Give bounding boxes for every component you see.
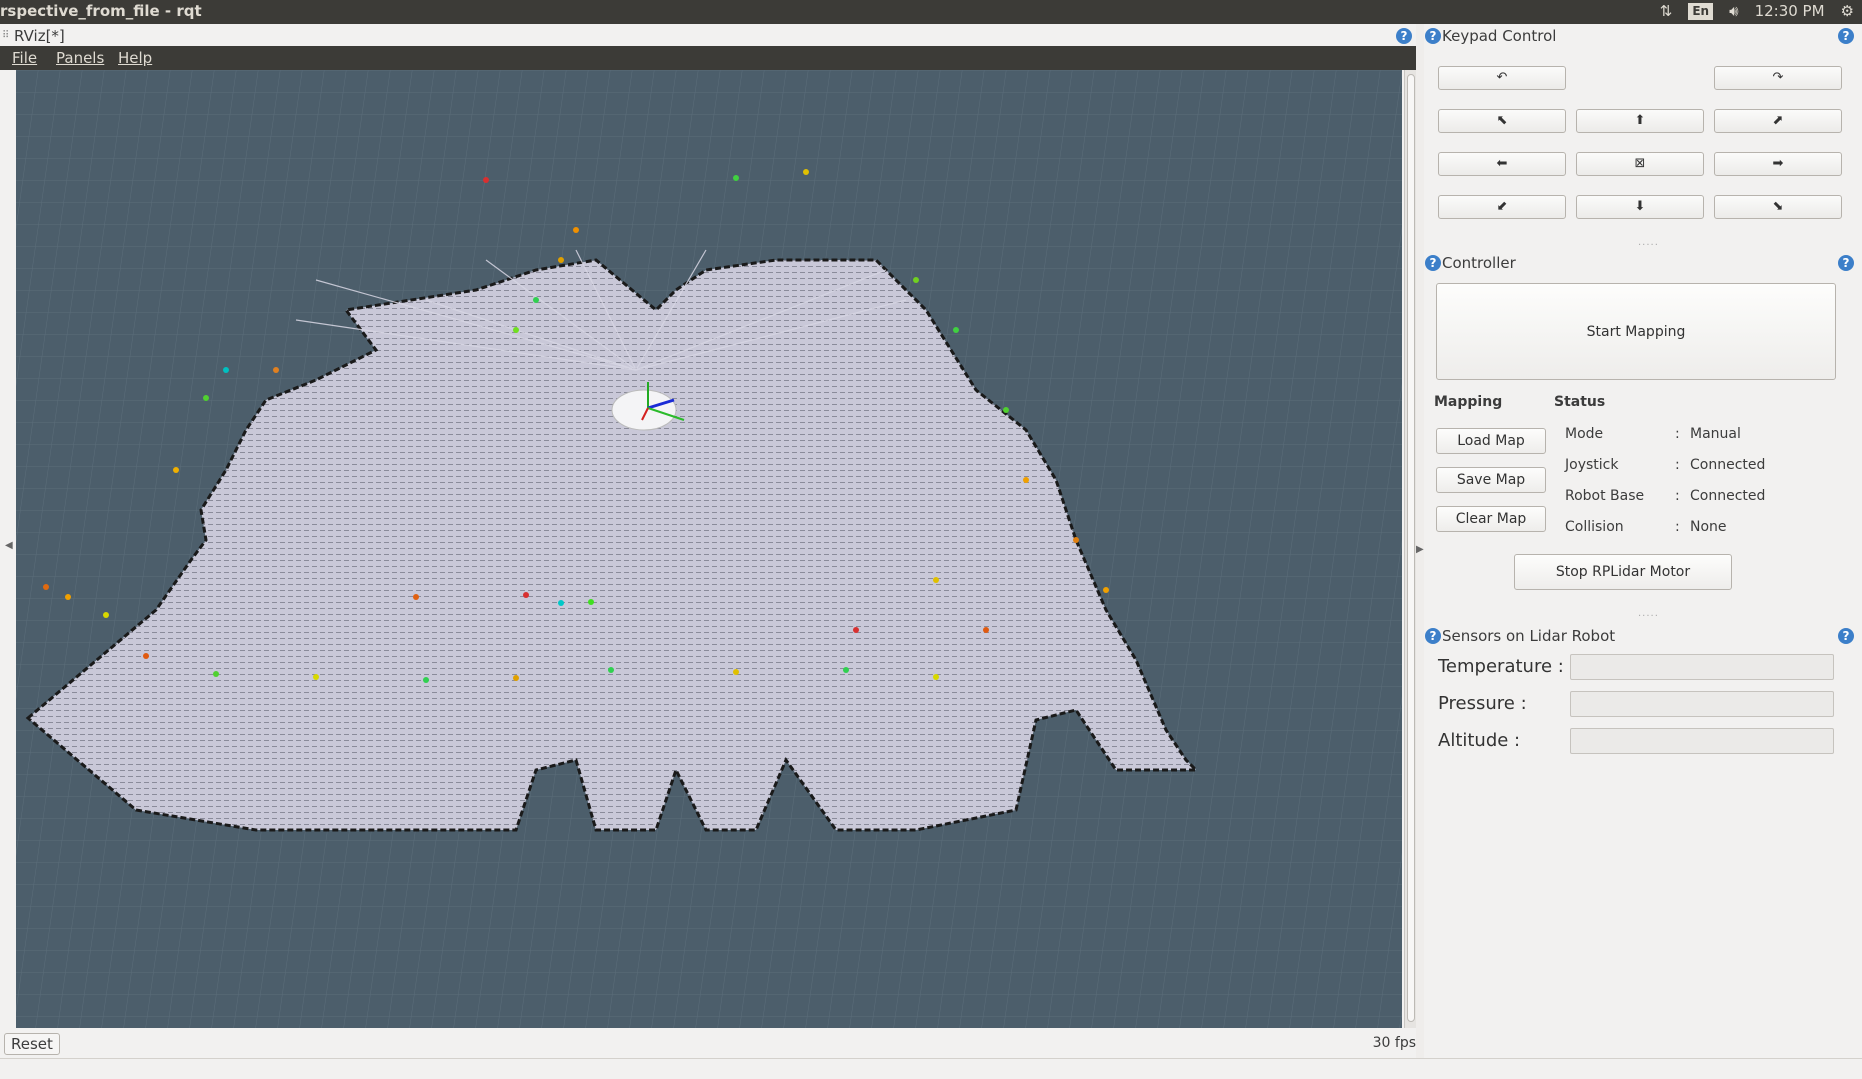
help-icon[interactable]: ? — [1425, 255, 1441, 271]
temperature-label: Temperature : — [1438, 656, 1564, 677]
temperature-field[interactable] — [1570, 654, 1834, 680]
altitude-label: Altitude : — [1438, 730, 1521, 751]
status-sep: : — [1675, 426, 1680, 442]
status-value-joystick: Connected — [1690, 457, 1766, 473]
rotate-right-button[interactable]: ↷ — [1714, 66, 1842, 90]
clock[interactable]: 12:30 PM — [1755, 2, 1825, 20]
status-value-collision: None — [1690, 519, 1727, 535]
move-forward-button[interactable]: ⬆ — [1576, 109, 1704, 133]
help-icon[interactable]: ? — [1396, 28, 1412, 44]
save-map-button[interactable]: Save Map — [1436, 467, 1546, 493]
sensors-panel-title: Sensors on Lidar Robot — [1442, 627, 1616, 645]
collapse-left-arrow-icon[interactable]: ◀ — [5, 540, 13, 551]
controller-panel-header: ? Controller ? — [1424, 251, 1862, 273]
system-tray: ⇅ En 🔊︎ 12:30 PM ⚙ — [1660, 2, 1854, 20]
help-icon[interactable]: ? — [1425, 28, 1441, 44]
move-down-left-button[interactable]: ⬋ — [1438, 195, 1566, 219]
stop-button[interactable]: ⊠ — [1576, 152, 1704, 176]
rviz-menu-bar: File Panels Help — [0, 46, 1416, 70]
status-value-mode: Manual — [1690, 426, 1741, 442]
fps-readout: 30 fps — [1372, 1035, 1416, 1051]
system-top-bar: rspective_from_file - rqt ⇅ En 🔊︎ 12:30 … — [0, 0, 1862, 24]
rotate-left-button[interactable]: ↶ — [1438, 66, 1566, 90]
network-updown-arrows-icon[interactable]: ⇅ — [1660, 2, 1673, 20]
status-key-collision: Collision — [1565, 519, 1624, 535]
altitude-field[interactable] — [1570, 728, 1834, 754]
panel-splitter[interactable]: ▶ — [1416, 24, 1424, 1058]
panel-resize-grip[interactable]: ····· — [1638, 611, 1659, 622]
rviz-panel-header: ⠿ RViz[*] ? — [0, 24, 1416, 46]
sensors-panel-header: ? Sensors on Lidar Robot ? — [1424, 624, 1862, 646]
move-right-button[interactable]: ➡ — [1714, 152, 1842, 176]
move-up-left-button[interactable]: ⬉ — [1438, 109, 1566, 133]
status-label: Status — [1554, 394, 1606, 410]
stop-rplidar-motor-button[interactable]: Stop RPLidar Motor — [1514, 554, 1732, 590]
left-dock-strip: ◀ — [0, 70, 16, 1028]
move-left-button[interactable]: ⬅ — [1438, 152, 1566, 176]
map-render — [16, 70, 1402, 1028]
status-key-robot-base: Robot Base — [1565, 488, 1645, 504]
controller-panel-title: Controller — [1442, 254, 1516, 272]
menu-file[interactable]: File — [12, 49, 37, 67]
window-status-bar — [0, 1058, 1862, 1079]
scrollbar-thumb[interactable] — [1407, 74, 1415, 1022]
move-down-right-button[interactable]: ⬊ — [1714, 195, 1842, 219]
rviz-status-bar: Reset 30 fps — [0, 1028, 1416, 1058]
menu-help[interactable]: Help — [118, 49, 152, 67]
window-title: rspective_from_file - rqt — [0, 2, 202, 20]
controller-panel: ? Controller ? Start Mapping Mapping Sta… — [1424, 251, 1862, 622]
move-backward-button[interactable]: ⬇ — [1576, 195, 1704, 219]
keypad-control-panel: ? Keypad Control ? ↶ ↷ ⬉ ⬆ ⬈ ⬅ ⊠ ➡ ⬋ ⬇ ⬊… — [1424, 24, 1862, 251]
pressure-label: Pressure : — [1438, 693, 1527, 714]
status-sep: : — [1675, 457, 1680, 473]
speaker-icon[interactable]: 🔊︎ — [1729, 2, 1738, 20]
move-up-right-button[interactable]: ⬈ — [1714, 109, 1842, 133]
status-sep: : — [1675, 488, 1680, 504]
clear-map-button[interactable]: Clear Map — [1436, 506, 1546, 532]
status-value-robot-base: Connected — [1690, 488, 1766, 504]
panel-resize-grip[interactable]: ····· — [1638, 240, 1659, 251]
pressure-field[interactable] — [1570, 691, 1834, 717]
status-key-joystick: Joystick — [1565, 457, 1619, 473]
help-icon[interactable]: ? — [1838, 255, 1854, 271]
help-icon[interactable]: ? — [1425, 628, 1441, 644]
panel-grip-icon[interactable]: ⠿ — [2, 30, 9, 41]
menu-panels[interactable]: Panels — [56, 49, 104, 67]
load-map-button[interactable]: Load Map — [1436, 428, 1546, 454]
menu-help-label: Help — [118, 49, 153, 67]
rviz-3d-viewport[interactable] — [16, 70, 1402, 1028]
menu-panels-label: Panels — [56, 49, 105, 67]
keypad-panel-header: ? Keypad Control ? — [1424, 24, 1862, 46]
reset-button[interactable]: Reset — [4, 1033, 60, 1055]
status-sep: : — [1675, 519, 1680, 535]
collapse-right-arrow-icon[interactable]: ▶ — [1416, 544, 1424, 555]
menu-file-label: File — [12, 49, 38, 67]
rviz-panel-title: RViz[*] — [14, 27, 65, 45]
status-key-mode: Mode — [1565, 426, 1604, 442]
gear-icon[interactable]: ⚙ — [1841, 2, 1854, 20]
sensors-panel: ? Sensors on Lidar Robot ? Temperature :… — [1424, 624, 1862, 774]
start-mapping-button[interactable]: Start Mapping — [1436, 283, 1836, 380]
keyboard-layout-indicator[interactable]: En — [1688, 2, 1714, 20]
mapping-label: Mapping — [1434, 394, 1503, 410]
keypad-panel-title: Keypad Control — [1442, 27, 1557, 45]
help-icon[interactable]: ? — [1838, 628, 1854, 644]
help-icon[interactable]: ? — [1838, 28, 1854, 44]
